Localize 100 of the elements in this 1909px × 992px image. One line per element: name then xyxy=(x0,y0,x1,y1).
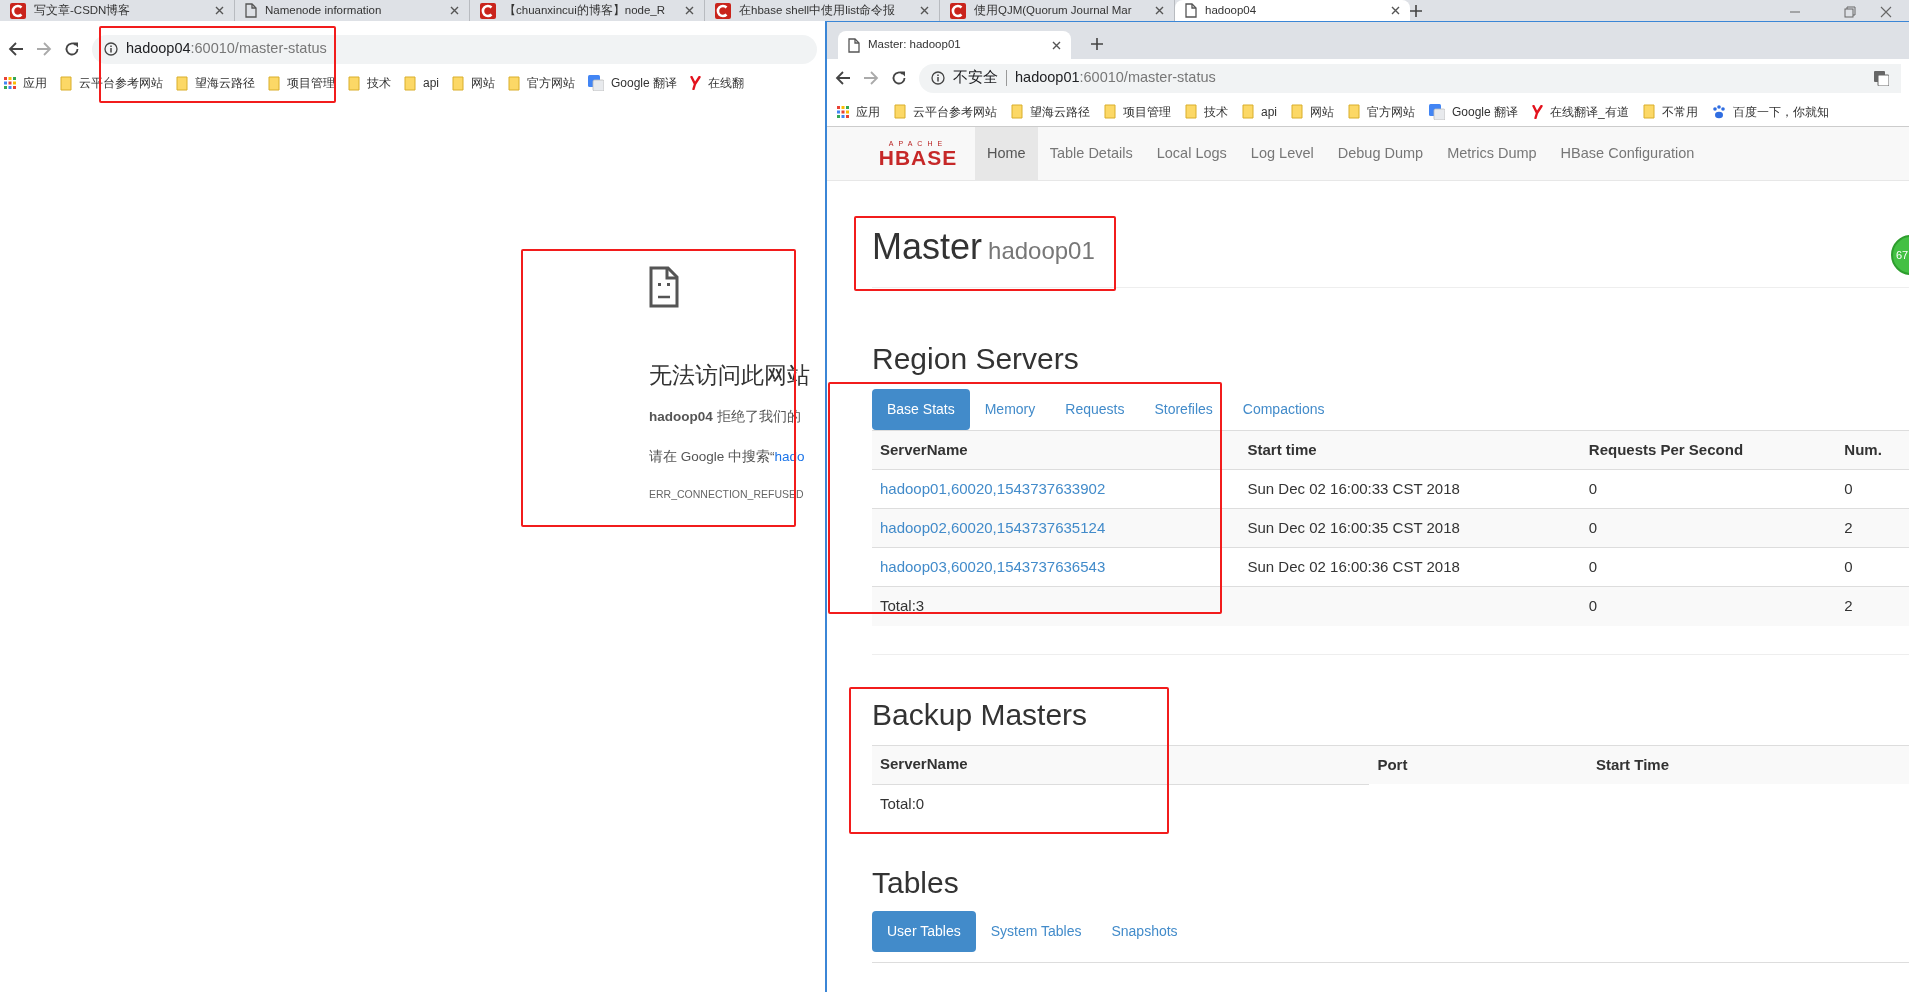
back-icon[interactable] xyxy=(8,41,24,57)
tab[interactable]: Base Stats xyxy=(872,389,970,431)
apps-icon xyxy=(837,105,849,118)
info-icon xyxy=(931,71,945,85)
translate-icon xyxy=(588,75,604,91)
url-text: hadoop01:60010/master-status xyxy=(1015,68,1216,88)
table-cell: Total:0 xyxy=(872,784,1370,824)
tab[interactable]: Memory xyxy=(969,389,1051,431)
bookmark[interactable]: 网站 xyxy=(1291,102,1334,121)
server-link[interactable]: hadoop03,60020,1543737636543 xyxy=(880,557,1106,575)
server-link[interactable]: hadoop01,60020,1543737633902 xyxy=(880,479,1106,497)
address-bar[interactable]: hadoop04:60010/master-status xyxy=(92,34,817,64)
browser-tab[interactable]: 【chuanxincui的博客】node_R xyxy=(470,0,705,21)
column-header: ServerName xyxy=(872,745,1370,785)
bookmark[interactable]: 官方网站 xyxy=(508,74,575,92)
close-icon[interactable] xyxy=(1880,6,1892,18)
browser-tab[interactable]: Namenode information xyxy=(235,0,470,21)
column-header: Num. xyxy=(1836,430,1909,470)
nav-link[interactable]: Home xyxy=(975,127,1038,180)
close-icon[interactable] xyxy=(685,6,694,15)
close-icon[interactable] xyxy=(1391,6,1400,15)
folder-icon xyxy=(1291,104,1303,119)
translate-icon xyxy=(1429,103,1445,120)
nav-link[interactable]: HBase Configuration xyxy=(1548,127,1707,180)
info-icon xyxy=(104,42,118,56)
section-heading: Region Servers xyxy=(872,341,1080,378)
folder-icon xyxy=(894,104,906,119)
bookmark-icon xyxy=(1532,104,1544,119)
table-cell: 2 xyxy=(1836,586,1909,626)
bookmark[interactable]: 不常用 xyxy=(1642,102,1698,121)
bookmark[interactable]: 项目管理 xyxy=(268,74,335,92)
bookmark[interactable]: 应用 xyxy=(837,102,880,121)
column-header: Port xyxy=(1369,745,1588,785)
close-icon[interactable] xyxy=(450,6,459,15)
folder-icon xyxy=(1348,104,1360,119)
new-tab-icon[interactable] xyxy=(1410,4,1422,17)
bookmark[interactable]: 网站 xyxy=(452,74,495,92)
page-icon xyxy=(245,3,257,18)
browser-tab[interactable]: Master: hadoop01 xyxy=(838,31,1071,59)
browser-tab[interactable]: hadoop04 xyxy=(1175,0,1410,21)
tab[interactable]: System Tables xyxy=(975,911,1097,953)
bookmark[interactable]: Google 翻译 xyxy=(588,74,678,92)
address-bar[interactable]: 不安全 hadoop01:60010/master-status xyxy=(919,63,1901,93)
bookmark[interactable]: 望海云路径 xyxy=(1011,102,1090,121)
tab[interactable]: Snapshots xyxy=(1096,911,1193,953)
browser-tab[interactable]: 写文章-CSDN博客 xyxy=(0,0,235,21)
tab[interactable]: Storefiles xyxy=(1139,389,1228,431)
bookmark[interactable]: 项目管理 xyxy=(1104,102,1171,121)
folder-icon xyxy=(348,75,360,91)
bookmark[interactable]: 在线翻 xyxy=(690,74,745,92)
folder-icon xyxy=(176,75,188,91)
tab[interactable]: Requests xyxy=(1050,389,1140,431)
bookmark[interactable]: 在线翻译_有道 xyxy=(1532,102,1629,121)
bookmark[interactable]: 官方网站 xyxy=(1348,102,1415,121)
bookmark[interactable]: 云平台参考网站 xyxy=(894,102,997,121)
nav-link[interactable]: Metrics Dump xyxy=(1435,127,1549,180)
nav-link[interactable]: Local Logs xyxy=(1144,127,1239,180)
nav-link[interactable]: Log Level xyxy=(1238,127,1326,180)
tab[interactable]: User Tables xyxy=(872,911,976,953)
bookmark[interactable]: 技术 xyxy=(348,74,391,92)
status-badge: 67 xyxy=(1891,235,1909,275)
bookmark[interactable]: api xyxy=(404,74,439,92)
logo-icon xyxy=(950,2,966,19)
folder-icon xyxy=(1011,104,1023,119)
reload-icon[interactable] xyxy=(64,41,80,57)
reload-icon[interactable] xyxy=(891,70,907,86)
folder-icon xyxy=(452,75,464,91)
page-icon xyxy=(1185,3,1197,18)
new-tab-icon[interactable] xyxy=(1091,38,1103,50)
close-icon[interactable] xyxy=(215,6,224,15)
page-title: Master hadoop01 xyxy=(872,225,1095,269)
folder-icon xyxy=(1242,104,1254,119)
column-header: Start Time xyxy=(1587,745,1909,785)
restore-icon[interactable] xyxy=(1844,6,1856,18)
column-header: ServerName xyxy=(872,430,1240,470)
table-cell: 0 xyxy=(1580,586,1837,626)
nav-link[interactable]: Debug Dump xyxy=(1325,127,1436,180)
table-cell: Sun Dec 02 16:00:35 CST 2018 xyxy=(1239,508,1581,548)
close-icon[interactable] xyxy=(920,6,929,15)
translate-icon[interactable] xyxy=(1874,70,1889,86)
bookmark[interactable]: 百度一下，你就知 xyxy=(1711,102,1829,121)
nav-link[interactable]: Table Details xyxy=(1037,127,1145,180)
tab[interactable]: Compactions xyxy=(1227,389,1340,431)
close-icon[interactable] xyxy=(1052,40,1061,50)
close-icon[interactable] xyxy=(1155,6,1164,15)
bookmark[interactable]: 技术 xyxy=(1185,102,1228,121)
back-icon[interactable] xyxy=(835,70,851,86)
paw-icon xyxy=(1711,104,1726,119)
folder-icon xyxy=(1185,104,1197,119)
folder-icon xyxy=(404,75,416,91)
table-cell: 0 xyxy=(1580,508,1837,548)
bookmark[interactable]: 应用 xyxy=(4,74,47,92)
section-heading: Tables xyxy=(872,865,960,902)
folder-icon xyxy=(1642,104,1655,119)
bookmark[interactable]: api xyxy=(1242,102,1277,121)
bookmark[interactable]: Google 翻译 xyxy=(1429,102,1519,121)
bookmark[interactable]: 望海云路径 xyxy=(176,74,255,92)
column-header: Start time xyxy=(1239,430,1581,470)
section-heading: Backup Masters xyxy=(872,696,1089,733)
logo-icon xyxy=(715,2,731,19)
